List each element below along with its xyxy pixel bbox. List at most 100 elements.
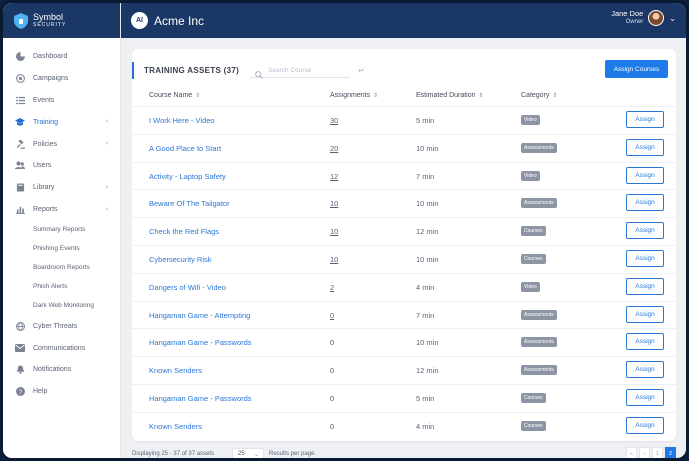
sidebar-item-notifications[interactable]: Notifications — [3, 359, 120, 381]
list-icon — [15, 95, 25, 105]
brand[interactable]: Symbol SECURITY — [3, 3, 120, 38]
assignment-count-link[interactable]: 10 — [330, 199, 338, 208]
assign-button[interactable]: Assign — [626, 194, 664, 212]
sidebar: Symbol SECURITY Dashboard Campaigns Even… — [3, 3, 121, 458]
gavel-icon — [15, 139, 25, 149]
search-input[interactable] — [268, 66, 328, 74]
course-name-link[interactable]: I Work Here - Video — [149, 116, 215, 125]
duration: 10 min — [416, 143, 439, 153]
column-header-course-name[interactable]: Course Name ⇕ — [149, 92, 200, 99]
course-name-link[interactable]: Known Senders — [149, 422, 202, 431]
course-name-link[interactable]: Dangers of Wifi - Video — [149, 283, 226, 292]
sidebar-item-users[interactable]: Users — [3, 155, 120, 177]
duration: 10 min — [416, 254, 439, 264]
duration: 10 min — [416, 199, 439, 209]
course-name-link[interactable]: Hangaman Game - Passwords — [149, 394, 252, 403]
sort-icon: ⇕ — [478, 93, 484, 99]
column-header-category[interactable]: Category ⇕ — [521, 92, 557, 99]
assign-button[interactable]: Assign — [626, 388, 664, 406]
assignment-count: 0 — [330, 366, 335, 376]
assignment-count-link[interactable]: 10 — [330, 255, 338, 264]
avatar[interactable] — [648, 10, 665, 26]
assignment-count-link[interactable]: 30 — [330, 116, 338, 125]
envelope-icon — [15, 343, 25, 353]
prev-page-button[interactable]: ‹ — [639, 447, 650, 458]
assign-button[interactable]: Assign — [626, 416, 664, 434]
duration: 7 min — [416, 171, 435, 181]
assignment-count-link[interactable]: 10 — [330, 227, 338, 236]
assign-button[interactable]: Assign — [626, 305, 664, 323]
org-name: Acme Inc — [154, 13, 205, 28]
assign-button[interactable]: Assign — [626, 222, 664, 240]
search-box[interactable] — [250, 63, 350, 79]
duration: 5 min — [416, 116, 435, 125]
assignment-count-link[interactable]: 2 — [330, 283, 334, 292]
column-header-assignments[interactable]: Assignments ⇕ — [330, 92, 378, 99]
assign-courses-button[interactable]: Assign Courses — [605, 60, 668, 78]
assignment-count-link[interactable]: 20 — [330, 144, 338, 153]
table-row: I Work Here - Video 30 5 min Video Assig… — [132, 106, 676, 134]
shield-logo-icon — [13, 12, 29, 30]
first-page-button[interactable]: « — [626, 447, 637, 458]
table-row: Known Senders 0 12 min Assessments Assig… — [132, 356, 676, 384]
chevron-down-icon[interactable]: ⌄ — [669, 14, 676, 23]
sidebar-nav: Dashboard Campaigns Events Training › Po… — [3, 38, 120, 403]
assign-button[interactable]: Assign — [626, 277, 664, 295]
column-label: Assignments — [330, 92, 371, 99]
sidebar-item-label: Users — [33, 162, 52, 170]
target-icon — [15, 74, 25, 84]
course-name-link[interactable]: Check the Red Flags — [149, 227, 219, 236]
course-name-link[interactable]: Beware Of The Tailgator — [149, 199, 230, 208]
enter-icon[interactable]: ↵ — [358, 66, 365, 75]
course-name-link[interactable]: Known Senders — [149, 366, 202, 375]
sidebar-subitem-boardroom-reports[interactable]: Boardroom Reports — [3, 258, 120, 277]
sidebar-item-dashboard[interactable]: Dashboard — [3, 46, 120, 68]
assignment-count-link[interactable]: 0 — [330, 311, 334, 320]
sidebar-item-communications[interactable]: Communications — [3, 337, 120, 359]
assignment-count: 0 — [330, 421, 335, 431]
assignment-count-link[interactable]: 12 — [330, 172, 338, 181]
course-name-link[interactable]: Hangaman Game - Passwords — [149, 338, 252, 347]
page-2-button[interactable]: 2 — [665, 447, 676, 458]
assign-button[interactable]: Assign — [626, 138, 664, 156]
sidebar-item-label: Cyber Threats — [33, 322, 78, 330]
assign-button[interactable]: Assign — [626, 361, 664, 379]
sidebar-item-policies[interactable]: Policies › — [3, 133, 120, 155]
category-badge: Assessments — [521, 337, 557, 348]
sidebar-item-events[interactable]: Events — [3, 90, 120, 112]
table-row: Hangaman Game - Attempting 0 7 min Asses… — [132, 300, 676, 329]
sidebar-item-training[interactable]: Training › — [3, 111, 120, 133]
sort-icon: ⇕ — [195, 93, 201, 99]
user-menu[interactable]: Jane Doe Owner ⌄ — [611, 10, 676, 26]
assign-button[interactable]: Assign — [626, 111, 664, 128]
table-row: Beware Of The Tailgator 10 10 min Assess… — [132, 189, 676, 217]
course-name-link[interactable]: Activity - Laptop Safety — [149, 172, 226, 181]
chevron-right-icon: › — [105, 205, 108, 213]
course-name-link[interactable]: Cybersecurity Risk — [149, 255, 212, 264]
brand-subtitle: SECURITY — [33, 22, 67, 28]
sidebar-subitem-dark-web-monitoring[interactable]: Dark Web Monitoring — [3, 296, 120, 315]
course-name-link[interactable]: Hangaman Game - Attempting — [149, 311, 250, 320]
column-header-duration[interactable]: Estimated Duration ⇕ — [416, 92, 484, 99]
sidebar-item-campaigns[interactable]: Campaigns — [3, 68, 120, 90]
assign-button[interactable]: Assign — [626, 249, 664, 267]
assign-button[interactable]: Assign — [626, 333, 664, 351]
table-row: Activity - Laptop Safety 12 7 min Video … — [132, 161, 676, 190]
course-name-link[interactable]: A Good Place to Start — [149, 144, 221, 153]
page-1-button[interactable]: 1 — [652, 447, 663, 458]
sidebar-item-cyber-threats[interactable]: Cyber Threats — [3, 315, 120, 337]
sidebar-item-help[interactable]: ? Help — [3, 381, 120, 403]
category-badge: Video — [521, 115, 540, 125]
per-page-select[interactable]: 25 ⌄ — [232, 448, 264, 458]
sidebar-subitem-phishing-events[interactable]: Phishing Events — [3, 239, 120, 258]
org-avatar[interactable]: AI — [131, 12, 148, 29]
table-row: Known Senders 0 4 min Courses Assign — [132, 411, 676, 440]
sidebar-subitem-phish-alerts[interactable]: Phish Alerts — [3, 277, 120, 296]
sidebar-item-library[interactable]: Library › — [3, 177, 120, 199]
sidebar-item-reports[interactable]: Reports › — [3, 199, 120, 221]
sidebar-subitem-summary-reports[interactable]: Summary Reports — [3, 220, 120, 239]
column-label: Estimated Duration — [416, 92, 476, 99]
sidebar-item-label: Communications — [33, 344, 86, 352]
assign-button[interactable]: Assign — [626, 166, 664, 184]
duration: 12 min — [416, 227, 439, 237]
